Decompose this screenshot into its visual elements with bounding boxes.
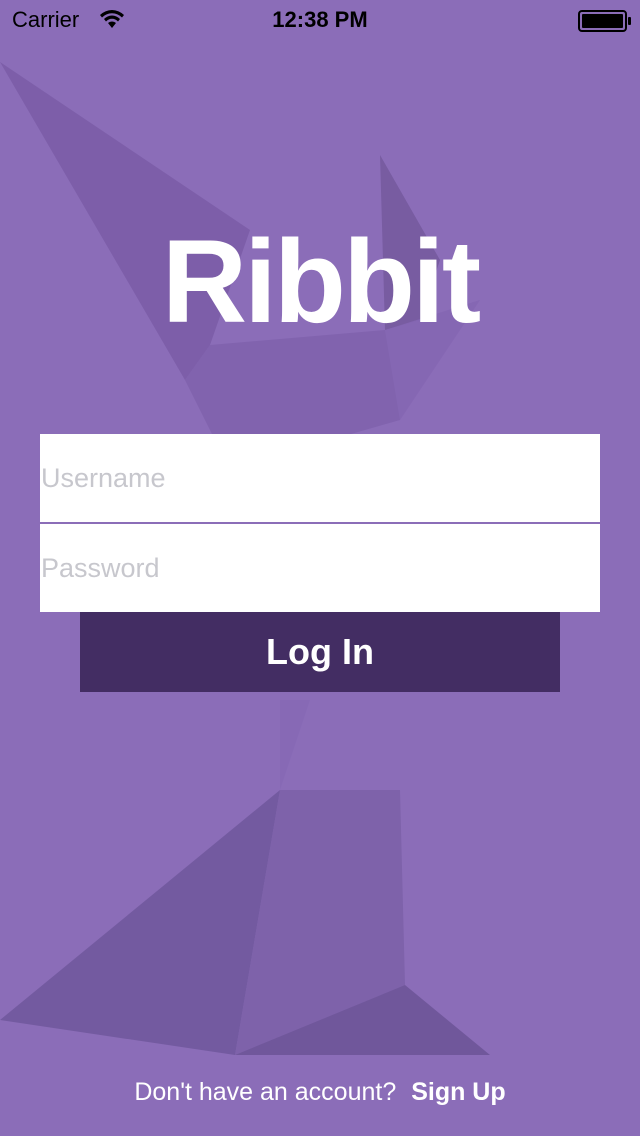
app-logo-title: Ribbit <box>161 216 481 348</box>
signup-prompt: Don't have an account? <box>134 1078 397 1106</box>
signup-footer: Don't have an account? Sign Up <box>0 1076 640 1108</box>
battery-icon <box>578 10 631 32</box>
signup-link[interactable]: Sign Up <box>411 1078 505 1106</box>
status-bar: Carrier 12:38 PM <box>0 0 640 40</box>
login-button[interactable]: Log In <box>80 612 560 692</box>
clock: 12:38 PM <box>272 7 368 32</box>
password-input[interactable] <box>40 524 600 612</box>
username-input[interactable] <box>40 434 600 522</box>
